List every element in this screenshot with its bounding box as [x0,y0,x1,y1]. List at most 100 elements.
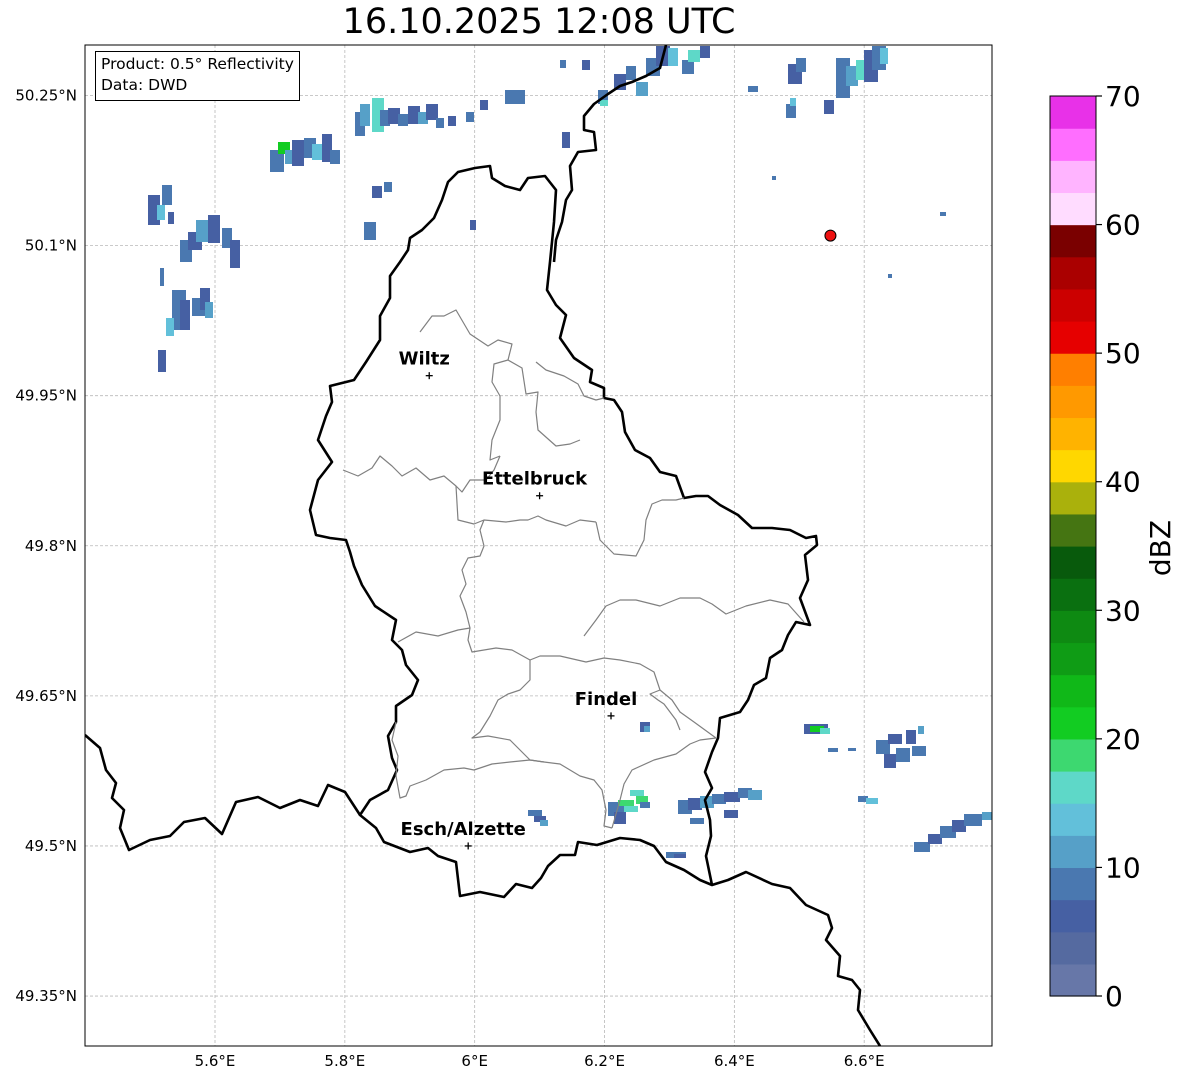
lat-tick-label: 49.35°N [15,987,77,1005]
radar-echo-cell [630,790,644,796]
radar-echo-cell [906,730,916,744]
radar-echo-cell [848,748,856,751]
radar-echo-cell [940,212,946,216]
product-info-box: Product: 0.5° Reflectivity Data: DWD [95,51,300,101]
radar-echo-cell [398,114,408,126]
radar-echo-cell [208,215,220,243]
radar-echo-cell [618,800,634,806]
lon-tick-label: 6.2°E [584,1052,625,1070]
luxembourg-border [308,164,819,899]
radar-echo-cell [582,60,590,70]
radar-echo-cell [682,60,694,74]
radar-echo-cell [180,300,190,330]
radar-echo-cell [360,104,370,126]
radar-echo-cell [964,814,982,826]
radar-echo-cell [466,112,474,122]
radar-echo-cell [426,104,438,120]
radar-echo-cell [876,740,890,754]
radar-echo-cell [700,46,710,58]
radar-echo-cell [748,790,762,800]
radar-echo-cell [724,810,738,818]
radar-echo-cell [436,118,444,128]
radar-echo-cell [626,66,636,80]
radar-echo-cell [636,82,648,96]
radar-echo-cell [624,806,638,812]
germany-border-north [552,45,668,263]
radar-echo-cell [790,98,796,106]
radar-echo-cell [644,726,650,732]
radar-echo-cell [880,48,888,64]
radar-echo-cell [330,150,340,164]
radar-echo-cell [540,820,548,826]
radar-echo-cell [384,182,392,192]
radar-echo-cell [528,810,542,816]
radar-echo-cell [372,186,382,198]
radar-echo-cell [158,350,166,372]
lat-tick-label: 49.65°N [15,687,77,705]
radar-echo-cell [285,150,293,164]
radar-echo-cell [748,86,758,92]
radar-echo-cell [896,748,910,762]
radar-echo-cell [166,318,174,336]
radar-echo-cell [640,802,650,808]
radar-echo-cell [480,100,488,110]
radar-echo-cell [160,268,164,286]
radar-echo-cell [884,754,896,768]
lat-tick-label: 50.25°N [15,87,77,105]
city-label: Findel [575,689,638,710]
radar-echo-cell [914,842,930,852]
radar-echo-cell [292,140,304,166]
radar-echo-cell [688,798,702,810]
radar-echo-cell [312,144,322,160]
radar-echo-cell [820,728,830,734]
lat-tick-label: 49.5°N [25,837,77,855]
city-label: Ettelbruck [482,469,588,490]
germany-border-south [711,870,882,1046]
radar-echo-cell [168,212,174,224]
radar-echo-cell [505,90,525,104]
radar-echo-cell [560,60,566,68]
radar-echo-cell [824,100,834,114]
radar-echo-cell [928,834,942,844]
radar-echo-cell [364,222,376,240]
radar-echo-cell [918,726,924,734]
lon-tick-label: 6.6°E [844,1052,885,1070]
data-source-label: Data: DWD [101,76,188,94]
radar-site-dot [824,229,837,242]
lat-tick-label: 50.1°N [25,237,77,255]
radar-echo-cell [205,302,213,318]
lon-tick-label: 6°E [461,1052,488,1070]
radar-map[interactable]: WiltzEttelbruckFindelEsch/Alzette 5.6°E 5… [0,0,1184,1081]
canton-boundaries [342,309,805,829]
radar-echo-cell [724,792,740,802]
radar-echo-cell [982,812,992,820]
lon-tick-label: 6.4°E [714,1052,755,1070]
radar-echo-cell [888,274,892,278]
radar-echo-cell [888,734,902,744]
radar-echo-cell [230,240,240,268]
radar-echo-cell [688,50,700,62]
radar-echo-cell [796,58,806,72]
radar-echo-cell [668,48,678,66]
lon-tick-label: 5.8°E [324,1052,365,1070]
city-markers: Wiltz Ettelbruck Findel Esch/Alzette [399,349,638,850]
lat-tick-label: 49.8°N [25,537,77,555]
radar-echo-cell [600,100,608,106]
radar-echo-cell [712,794,726,804]
axis-tick-labels: 5.6°E 5.8°E 6°E 6.2°E 6.4°E 6.6°E 50.25°N 50.1°… [15,87,884,1071]
radar-echo-cell [162,185,172,205]
city-label: Wiltz [399,349,450,370]
lon-tick-label: 5.6°E [195,1052,236,1070]
radar-echo-cell [772,176,776,180]
grid-lines [85,45,992,1046]
radar-echo-cell [196,220,210,242]
radar-site-marker [824,229,837,242]
radar-echo-cell [866,798,878,804]
radar-echo-cell [674,854,686,858]
france-border [85,734,362,852]
radar-echo-cell [157,205,165,220]
lat-tick-label: 49.95°N [15,387,77,405]
radar-echo-cell [952,820,966,832]
radar-echo-cell [470,220,476,230]
product-label: Product: 0.5° Reflectivity [101,55,294,73]
